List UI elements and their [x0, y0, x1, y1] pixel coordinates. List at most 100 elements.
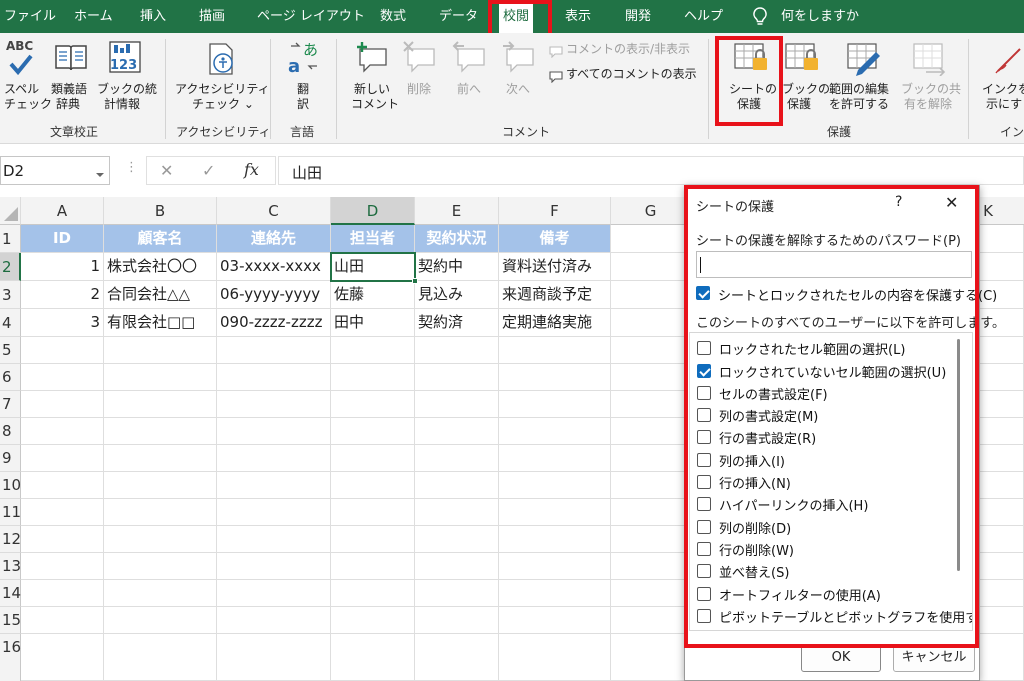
table-cell[interactable]: 契約中 — [415, 253, 499, 281]
table-cell[interactable]: 佐藤 — [331, 281, 415, 309]
empty-cell[interactable] — [104, 526, 217, 553]
empty-cell[interactable] — [331, 364, 415, 391]
empty-cell[interactable] — [217, 337, 331, 364]
table-cell[interactable]: 契約済 — [415, 309, 499, 337]
tab-data[interactable]: データ — [439, 0, 478, 33]
empty-cell[interactable] — [611, 526, 691, 553]
table-header-cell[interactable]: 顧客名 — [104, 225, 217, 253]
empty-cell[interactable] — [104, 580, 217, 607]
tab-developer[interactable]: 開発 — [625, 0, 651, 33]
column-header-e[interactable]: E — [415, 197, 499, 225]
table-cell[interactable]: 来週商談予定 — [499, 281, 611, 309]
empty-cell[interactable] — [415, 553, 499, 580]
empty-cell[interactable] — [217, 445, 331, 472]
name-box[interactable]: D2 — [0, 156, 110, 185]
empty-cell[interactable] — [611, 553, 691, 580]
row-header[interactable]: 3 — [0, 281, 21, 309]
row-header[interactable]: 10 — [0, 472, 21, 499]
empty-cell[interactable] — [331, 607, 415, 634]
empty-cell[interactable] — [331, 553, 415, 580]
empty-cell[interactable] — [415, 337, 499, 364]
insert-function-icon[interactable]: fx — [244, 160, 259, 179]
cancel-button[interactable]: キャンセル — [893, 644, 975, 672]
empty-cell[interactable] — [21, 634, 104, 681]
empty-cell[interactable] — [217, 634, 331, 681]
empty-cell[interactable] — [611, 391, 691, 418]
scrollbar-thumb[interactable] — [957, 339, 960, 571]
row-header[interactable]: 14 — [0, 580, 21, 607]
empty-cell[interactable] — [217, 526, 331, 553]
password-input[interactable] — [696, 251, 972, 278]
empty-cell[interactable] — [499, 526, 611, 553]
column-header-g[interactable]: G — [611, 197, 691, 225]
table-header-cell[interactable]: 備考 — [499, 225, 611, 253]
empty-cell[interactable] — [415, 499, 499, 526]
empty-cell[interactable] — [331, 526, 415, 553]
empty-cell[interactable] — [217, 607, 331, 634]
empty-cell[interactable] — [331, 337, 415, 364]
help-icon[interactable]: ? — [895, 194, 902, 210]
select-all-corner[interactable] — [0, 197, 21, 225]
table-cell[interactable]: 合同会社△△ — [104, 281, 217, 309]
empty-cell[interactable] — [104, 364, 217, 391]
empty-cell[interactable] — [415, 391, 499, 418]
row-header[interactable]: 4 — [0, 309, 21, 337]
table-cell[interactable]: 定期連絡実施 — [499, 309, 611, 337]
row-header[interactable]: 16 — [0, 634, 21, 681]
column-header-f[interactable]: F — [499, 197, 611, 225]
empty-cell[interactable] — [217, 472, 331, 499]
table-cell[interactable]: 06-yyyy-yyyy — [217, 281, 331, 309]
empty-cell[interactable] — [611, 445, 691, 472]
empty-cell[interactable] — [415, 526, 499, 553]
row-header[interactable]: 2 — [0, 253, 21, 281]
column-header-k[interactable]: K — [978, 197, 998, 225]
empty-cell[interactable] — [415, 580, 499, 607]
empty-cell[interactable] — [415, 364, 499, 391]
empty-cell[interactable] — [331, 580, 415, 607]
column-header-a[interactable]: A — [21, 197, 104, 225]
empty-cell[interactable] — [611, 472, 691, 499]
empty-cell[interactable] — [21, 364, 104, 391]
empty-cell[interactable] — [499, 337, 611, 364]
tab-file[interactable]: ファイル — [4, 0, 56, 33]
row-header[interactable]: 13 — [0, 553, 21, 580]
empty-cell[interactable] — [415, 472, 499, 499]
dialog-title-bar[interactable]: シートの保護 ? ✕ — [685, 186, 979, 220]
close-icon[interactable]: ✕ — [945, 193, 958, 212]
ok-button[interactable]: OK — [801, 644, 881, 672]
row-header[interactable]: 7 — [0, 391, 21, 418]
tab-help[interactable]: ヘルプ — [684, 0, 723, 33]
empty-cell[interactable] — [104, 472, 217, 499]
permission-checkbox[interactable] — [697, 453, 711, 467]
empty-cell[interactable] — [611, 634, 691, 681]
empty-cell[interactable] — [611, 309, 691, 337]
tab-page-layout[interactable]: ページ レイアウト — [257, 0, 365, 33]
empty-cell[interactable] — [611, 253, 691, 281]
empty-cell[interactable] — [611, 364, 691, 391]
column-header-b[interactable]: B — [104, 197, 217, 225]
empty-cell[interactable] — [104, 445, 217, 472]
permission-checkbox[interactable] — [697, 520, 711, 534]
empty-cell[interactable] — [104, 418, 217, 445]
permission-checkbox[interactable] — [697, 542, 711, 556]
empty-cell[interactable] — [611, 225, 691, 253]
row-header[interactable]: 6 — [0, 364, 21, 391]
empty-cell[interactable] — [21, 418, 104, 445]
tab-view[interactable]: 表示 — [565, 0, 591, 33]
empty-cell[interactable] — [331, 418, 415, 445]
empty-cell[interactable] — [499, 391, 611, 418]
permission-checkbox[interactable] — [697, 609, 711, 623]
permission-checkbox[interactable] — [697, 475, 711, 489]
permissions-list[interactable]: ロックされたセル範囲の選択(L) ロックされていないセル範囲の選択(U) セルの書式… — [689, 332, 973, 631]
empty-cell[interactable] — [104, 553, 217, 580]
table-cell[interactable]: 2 — [21, 281, 104, 309]
empty-cell[interactable] — [611, 580, 691, 607]
table-cell[interactable]: 090-zzzz-zzzz — [217, 309, 331, 337]
empty-cell[interactable] — [499, 418, 611, 445]
row-header[interactable]: 1 — [0, 225, 21, 253]
protect-contents-checkbox[interactable] — [696, 286, 710, 300]
permission-checkbox[interactable] — [697, 386, 711, 400]
permission-checkbox[interactable] — [697, 497, 711, 511]
empty-cell[interactable] — [331, 634, 415, 681]
empty-cell[interactable] — [499, 553, 611, 580]
